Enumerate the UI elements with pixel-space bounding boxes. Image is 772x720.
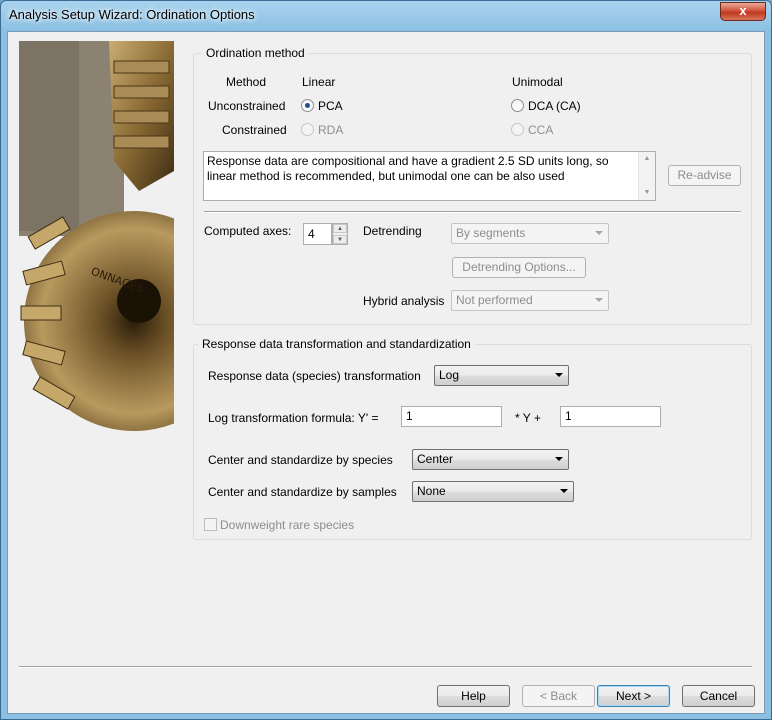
species-transform-select[interactable]: Log	[434, 365, 569, 386]
log-formula-label: Log transformation formula: Y' =	[208, 411, 379, 425]
linear-column-header: Linear	[302, 75, 336, 89]
species-transform-label: Response data (species) transformation	[208, 369, 421, 383]
next-button[interactable]: Next >	[597, 685, 670, 707]
pca-radio[interactable]	[301, 99, 314, 112]
unimodal-column-header: Unimodal	[512, 75, 563, 89]
center-species-label: Center and standardize by species	[208, 453, 393, 467]
dca-label[interactable]: DCA (CA)	[528, 99, 581, 113]
center-samples-value: None	[417, 484, 446, 498]
close-icon: x	[739, 3, 747, 18]
back-button: < Back	[522, 685, 595, 707]
close-button[interactable]: x	[720, 2, 766, 21]
hybrid-analysis-select: Not performed	[451, 290, 609, 311]
pca-label[interactable]: PCA	[318, 99, 343, 113]
chevron-down-icon	[595, 231, 603, 235]
downweight-label: Downweight rare species	[220, 518, 355, 532]
dca-radio[interactable]	[511, 99, 524, 112]
cancel-button[interactable]: Cancel	[682, 685, 755, 707]
computed-axes-input[interactable]: 4	[303, 223, 332, 245]
downweight-checkbox	[204, 518, 217, 531]
center-species-select[interactable]: Center	[412, 449, 569, 470]
keys-image: ONNAGES	[19, 41, 174, 439]
help-button[interactable]: Help	[437, 685, 510, 707]
spin-up-icon[interactable]: ▲	[333, 224, 347, 233]
wizard-window: Analysis Setup Wizard: Ordination Option…	[0, 0, 772, 720]
hybrid-analysis-label: Hybrid analysis	[363, 294, 445, 308]
wizard-client-area: ONNAGES Ordination method Method Linear …	[7, 31, 765, 714]
readvise-button[interactable]: Re-advise	[668, 165, 741, 186]
footer-divider	[19, 666, 752, 668]
cca-label: CCA	[528, 123, 554, 137]
ordination-divider	[204, 211, 741, 213]
scroll-up-icon[interactable]: ▲	[639, 152, 655, 166]
center-samples-select[interactable]: None	[412, 481, 574, 502]
center-samples-label: Center and standardize by samples	[208, 485, 397, 499]
chevron-down-icon	[560, 489, 568, 493]
constrained-row-label: Constrained	[222, 123, 287, 137]
detrending-select: By segments	[451, 223, 609, 244]
window-title: Analysis Setup Wizard: Ordination Option…	[9, 7, 255, 22]
title-bar[interactable]: Analysis Setup Wizard: Ordination Option…	[1, 1, 771, 31]
unconstrained-row-label: Unconstrained	[208, 99, 286, 113]
chevron-down-icon	[595, 298, 603, 302]
spin-down-icon[interactable]: ▼	[333, 235, 347, 244]
chevron-down-icon	[555, 457, 563, 461]
times-y-plus-label: * Y +	[515, 411, 541, 425]
ordination-method-title: Ordination method	[202, 46, 309, 60]
log-offset-input[interactable]: 1	[560, 406, 661, 427]
computed-axes-spinner[interactable]: ▲ ▼	[332, 223, 348, 245]
log-multiplier-input[interactable]: 1	[401, 406, 502, 427]
detrending-label: Detrending	[363, 224, 422, 238]
transformation-title: Response data transformation and standar…	[198, 337, 475, 351]
rda-label: RDA	[318, 123, 344, 137]
hybrid-analysis-value: Not performed	[456, 293, 533, 307]
detrending-value: By segments	[456, 226, 526, 240]
advice-text-box[interactable]: Response data are compositional and have…	[203, 151, 656, 201]
scroll-down-icon[interactable]: ▼	[639, 186, 655, 200]
advice-text: Response data are compositional and have…	[207, 154, 609, 183]
method-column-header: Method	[226, 75, 267, 89]
chevron-down-icon	[555, 373, 563, 377]
rda-radio	[301, 123, 314, 136]
species-transform-value: Log	[439, 368, 460, 382]
detrending-options-button: Detrending Options...	[452, 257, 586, 278]
center-species-value: Center	[417, 452, 454, 466]
computed-axes-label: Computed axes:	[204, 224, 292, 238]
advice-scrollbar[interactable]: ▲ ▼	[638, 152, 655, 200]
cca-radio	[511, 123, 524, 136]
